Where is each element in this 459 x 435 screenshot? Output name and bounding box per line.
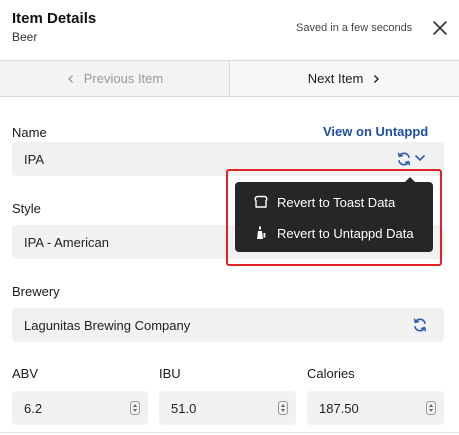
next-item-label: Next Item — [307, 71, 364, 86]
style-value: IPA - American — [24, 234, 110, 250]
ibu-value: 51.0 — [171, 400, 197, 416]
abv-stepper[interactable] — [130, 401, 140, 415]
calories-value: 187.50 — [319, 400, 359, 416]
item-navigation: Previous Item Next Item — [0, 60, 459, 97]
save-status: Saved in a few seconds — [296, 22, 413, 34]
chevron-right-icon — [374, 74, 380, 83]
previous-item-label: Previous Item — [83, 71, 164, 86]
untappd-icon — [257, 226, 266, 239]
previous-item-button[interactable]: Previous Item — [0, 61, 230, 96]
revert-to-toast-menu-item[interactable]: Revert to Toast Data — [235, 187, 433, 217]
name-label: Name — [12, 125, 47, 140]
brewery-sync-icon[interactable] — [412, 317, 428, 333]
close-icon[interactable] — [430, 18, 450, 38]
next-item-button[interactable]: Next Item — [230, 61, 459, 96]
ibu-input[interactable]: 51.0 — [159, 391, 296, 425]
calories-stepper[interactable] — [426, 401, 436, 415]
chevron-left-icon — [67, 74, 73, 83]
toast-icon — [254, 195, 268, 208]
abv-label: ABV — [12, 366, 39, 381]
abv-input[interactable]: 6.2 — [12, 391, 148, 425]
calories-label: Calories — [307, 366, 355, 381]
revert-to-untappd-label: Revert to Untappd Data — [277, 225, 414, 241]
brewery-field[interactable]: Lagunitas Brewing Company — [12, 308, 444, 342]
view-on-untappd-link[interactable]: View on Untappd — [323, 124, 428, 139]
brewery-value: Lagunitas Brewing Company — [24, 317, 191, 333]
ibu-label: IBU — [159, 366, 181, 381]
name-value: IPA — [24, 151, 44, 167]
header: Item Details Beer Saved in a few seconds — [0, 0, 459, 60]
calories-input[interactable]: 187.50 — [307, 391, 444, 425]
item-category: Beer — [12, 30, 38, 44]
sync-icon[interactable] — [396, 151, 412, 167]
divider — [0, 432, 459, 433]
ibu-stepper[interactable] — [278, 401, 288, 415]
revert-to-toast-label: Revert to Toast Data — [277, 194, 396, 210]
brewery-label: Brewery — [12, 284, 60, 299]
abv-value: 6.2 — [24, 400, 43, 416]
revert-dropdown-menu: Revert to Toast Data Revert to Untappd D… — [235, 177, 433, 252]
page-title: Item Details — [12, 10, 97, 27]
style-label: Style — [12, 201, 41, 216]
chevron-down-icon[interactable] — [414, 152, 426, 164]
revert-to-untappd-menu-item[interactable]: Revert to Untappd Data — [235, 218, 433, 248]
